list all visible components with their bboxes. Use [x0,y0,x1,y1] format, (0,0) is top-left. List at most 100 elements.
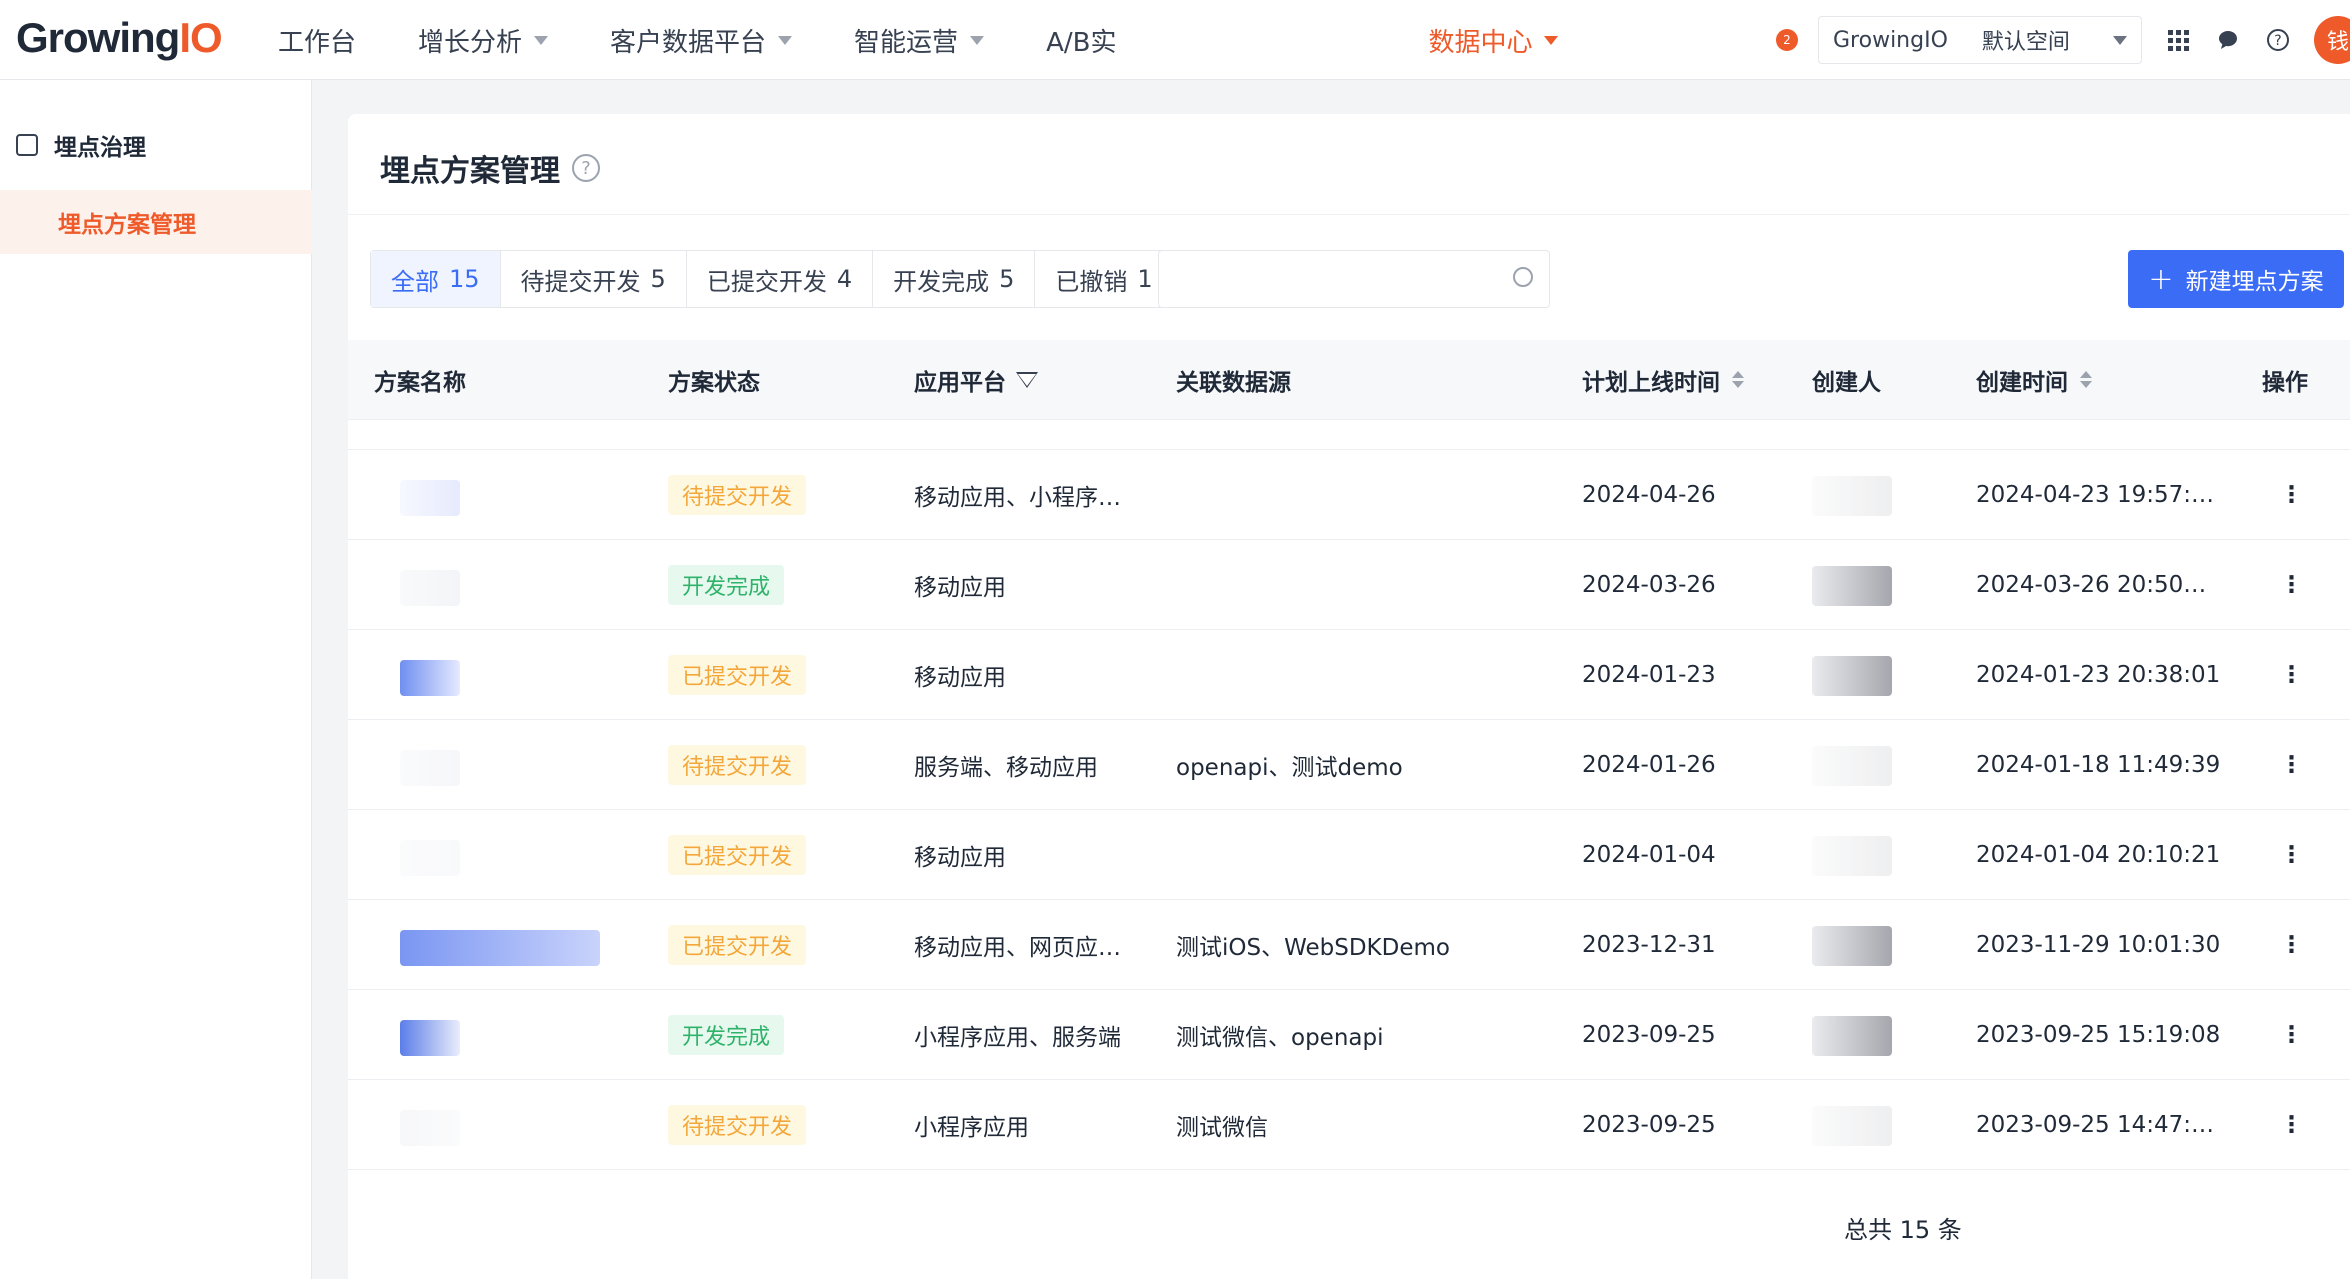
nav-item-1[interactable]: 增长分析 [418,22,549,59]
redacted-plan-name[interactable] [400,1110,460,1146]
more-actions-icon[interactable]: ⋮ [2280,1022,2303,1048]
help-icon[interactable]: ? [2264,26,2292,54]
redacted-creator [1812,656,1892,696]
chevron-down-icon [1544,35,1559,45]
page-title: 埋点方案管理 ? [380,146,600,190]
redacted-creator [1812,476,1892,516]
plan-time-cell: 2023-12-31 [1582,931,1716,958]
status-badge: 开发完成 [668,564,785,605]
filter-icon[interactable] [1016,371,1038,388]
new-plan-button[interactable]: + 新建埋点方案 [2128,250,2344,308]
col-header-name: 方案名称 [374,369,466,396]
table-row[interactable]: 开发完成 移动应用 2024-03-26 2024-03-26 20:50… ⋮ [348,540,2350,630]
nav-item-0[interactable]: 工作台 [278,22,356,59]
more-actions-icon[interactable]: ⋮ [2280,842,2303,868]
filter-tab-1[interactable]: 待提交开发 5 [501,251,687,307]
platform-cell: 服务端、移动应用 [914,754,1098,781]
more-actions-icon[interactable]: ⋮ [2280,572,2303,598]
filter-tab-0[interactable]: 全部 15 [371,251,501,307]
redacted-plan-name[interactable] [400,750,460,786]
chat-icon[interactable] [2214,26,2242,54]
redacted-plan-name[interactable] [400,840,460,876]
table-row[interactable]: 开发完成 小程序应用、服务端 测试微信、openapi 2023-09-25 2023-… [348,990,2350,1080]
more-actions-icon[interactable]: ⋮ [2280,752,2303,778]
col-header-created-time[interactable]: 创建时间 [1976,363,2092,397]
topbar-right: 2 GrowingIO 默认空间 ? 钱 [1776,0,2350,80]
plan-time-cell: 2023-09-25 [1582,1021,1716,1048]
apps-grid-icon[interactable] [2164,26,2192,54]
redacted-plan-name[interactable] [400,570,460,606]
sidebar: 埋点治理 埋点方案管理 [0,80,312,1279]
chevron-down-icon [2113,35,2127,45]
table-row-partial [348,420,2350,450]
sort-icon[interactable] [1732,371,1744,388]
main-card: 埋点方案管理 ? 全部 15 待提交开发 5 已提交开发 4 开发完成 5 已撤销 1 + 新建埋… [348,114,2350,1279]
created-time-cell: 2024-01-18 11:49:39 [1976,751,2221,778]
status-badge: 已提交开发 [668,654,807,695]
plan-time-cell: 2024-04-26 [1582,481,1716,508]
chevron-down-icon [534,35,549,45]
space-name: 默认空间 [1981,30,2070,55]
redacted-plan-name[interactable] [400,1020,460,1056]
table-row[interactable]: 已提交开发 移动应用 2024-01-04 2024-01-04 20:10:21 ⋮ [348,810,2350,900]
plan-time-cell: 2024-03-26 [1582,571,1716,598]
col-header-plan-time[interactable]: 计划上线时间 [1582,363,1744,397]
sidebar-item-label: 埋点方案管理 [58,212,196,238]
plan-time-cell: 2024-01-23 [1582,661,1716,688]
col-header-creator: 创建人 [1812,369,1881,396]
table-row[interactable]: 待提交开发 小程序应用 测试微信 2023-09-25 2023-09-25 14:47… [348,1080,2350,1170]
filter-tab-3[interactable]: 开发完成 5 [873,251,1036,307]
table-body: 待提交开发 移动应用、小程序… 2024-04-26 2024-04-23 19:57… [348,420,2350,1200]
filter-tab-4[interactable]: 已撤销 1 [1035,251,1172,307]
sidebar-group-tracking[interactable]: 埋点治理 [16,128,146,162]
nav-item-label: 工作台 [278,27,357,58]
plan-time-cell: 2024-01-04 [1582,841,1716,868]
more-actions-icon[interactable]: ⋮ [2280,1112,2303,1138]
redacted-plan-name[interactable] [400,480,460,516]
nav-item-2[interactable]: 客户数据平台 [610,22,793,59]
status-cell: 待提交开发 [668,744,807,785]
question-icon[interactable]: ? [572,154,600,182]
more-actions-icon[interactable]: ⋮ [2280,932,2303,958]
space-selector[interactable]: GrowingIO 默认空间 [1818,16,2142,64]
status-cell: 待提交开发 [668,474,807,515]
status-badge: 已提交开发 [668,834,807,875]
created-time-cell: 2023-09-25 14:47:… [1976,1111,2215,1138]
nav-item-label: 智能运营 [854,27,959,58]
table-row[interactable]: 待提交开发 移动应用、小程序… 2024-04-26 2024-04-23 19:57… [348,450,2350,540]
notification-badge[interactable]: 2 [1776,29,1798,51]
nav-item-5[interactable]: 数据中心 [1428,22,1559,59]
filter-tab-2[interactable]: 已提交开发 4 [687,251,874,307]
growingio-logo[interactable]: GrowingIO [16,14,223,62]
source-cell: openapi、测试demo [1176,754,1403,781]
sort-icon[interactable] [2080,371,2092,388]
platform-cell: 移动应用 [914,844,1006,871]
nav-item-3[interactable]: 智能运营 [854,22,985,59]
filter-tab-label: 已提交开发 [706,267,827,296]
search-input[interactable] [1159,251,1549,307]
sidebar-item-plan-management[interactable]: 埋点方案管理 [0,190,312,254]
plan-time-cell: 2024-01-26 [1582,751,1716,778]
table-row[interactable]: 已提交开发 移动应用 2024-01-23 2024-01-23 20:38:01 ⋮ [348,630,2350,720]
redacted-plan-name[interactable] [400,930,600,966]
page-title-text: 埋点方案管理 [380,154,560,189]
status-cell: 已提交开发 [668,654,807,695]
status-badge: 已提交开发 [668,924,807,965]
redacted-plan-name[interactable] [400,660,460,696]
more-actions-icon[interactable]: ⋮ [2280,482,2303,508]
table-row[interactable]: 待提交开发 服务端、移动应用 openapi、测试demo 2024-01-26 202… [348,720,2350,810]
database-icon [16,134,38,156]
redacted-creator [1812,566,1892,606]
search-icon[interactable] [1513,267,1533,287]
user-avatar[interactable]: 钱 [2314,16,2350,64]
status-cell: 已提交开发 [668,924,807,965]
plus-icon: + [2148,261,2174,297]
nav-item-label: 客户数据平台 [610,27,767,58]
table-row[interactable]: 已提交开发 移动应用、网页应… 测试iOS、WebSDKDemo 2023-12-31… [348,900,2350,990]
source-cell: 测试微信 [1176,1114,1268,1141]
nav-item-4[interactable]: A/B实 [1046,22,1116,59]
search-field[interactable] [1158,250,1550,308]
platform-cell: 移动应用 [914,574,1006,601]
total-count: 总共 15 条 [1844,1216,1962,1244]
more-actions-icon[interactable]: ⋮ [2280,662,2303,688]
